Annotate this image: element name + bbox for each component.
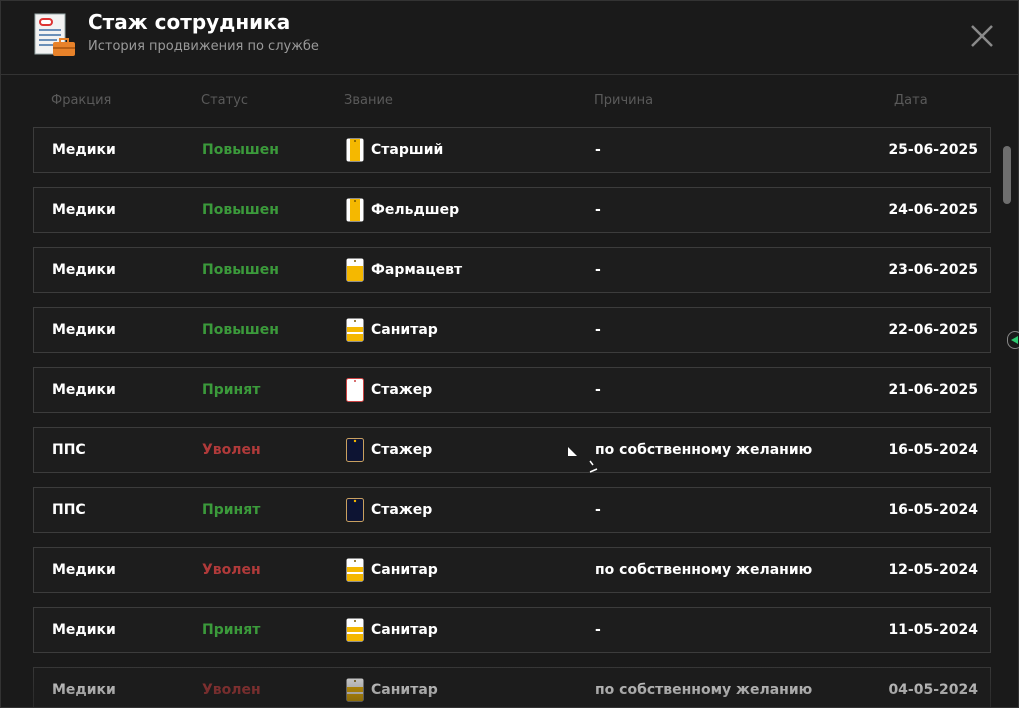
row-rank: Фармацевт (346, 258, 462, 282)
row-status: Повышен (202, 322, 279, 338)
row-date: 16-05-2024 (888, 502, 978, 518)
row-status: Уволен (202, 562, 261, 578)
history-row: ППС Уволен Стажер по собственному желанию 16… (33, 427, 991, 473)
history-row: Медики Повышен Санитар - 22-06-2025 (33, 307, 991, 353)
row-status: Принят (202, 622, 261, 638)
row-status: Уволен (202, 442, 261, 458)
history-row: Медики Повышен Старший - 25-06-2025 (33, 127, 991, 173)
row-date: 21-06-2025 (888, 382, 978, 398)
row-date: 25-06-2025 (888, 142, 978, 158)
arrow-left-icon (1011, 336, 1018, 344)
document-briefcase-icon (34, 13, 75, 56)
rank-badge-icon (346, 318, 364, 342)
rank-badge-icon (346, 498, 364, 522)
row-reason: - (595, 142, 601, 158)
rank-badge-icon (346, 138, 364, 162)
mouse-cursor-icon (568, 447, 577, 456)
row-date: 04-05-2024 (888, 682, 978, 698)
row-rank: Санитар (346, 318, 438, 342)
row-reason: по собственному желанию (595, 562, 813, 578)
row-rank-label: Фельдшер (371, 202, 460, 218)
row-rank: Фельдшер (346, 198, 459, 222)
row-rank: Стажер (346, 438, 432, 462)
history-row: Медики Уволен Санитар по собственному желан… (33, 547, 991, 593)
row-date: 11-05-2024 (888, 622, 978, 638)
row-rank-label: Фармацевт (371, 262, 463, 278)
row-date: 12-05-2024 (888, 562, 978, 578)
row-status: Уволен (202, 682, 261, 698)
row-rank: Старший (346, 138, 443, 162)
row-reason: по собственному желанию (595, 442, 813, 458)
row-reason: - (595, 622, 601, 638)
row-status: Повышен (202, 262, 279, 278)
close-icon[interactable] (967, 21, 997, 51)
column-header-reason: Причина (594, 93, 654, 108)
row-rank: Санитар (346, 618, 438, 642)
row-faction: Медики (52, 262, 116, 278)
row-date: 22-06-2025 (888, 322, 978, 338)
scrollbar-thumb[interactable] (1003, 146, 1011, 204)
row-faction: Медики (52, 142, 116, 158)
scrollbar-track[interactable] (1003, 127, 1011, 707)
row-rank-label: Стажер (371, 442, 433, 458)
column-header-faction: Фракция (51, 93, 112, 108)
row-status: Принят (202, 502, 261, 518)
row-faction: Медики (52, 202, 116, 218)
row-rank-label: Санитар (371, 622, 438, 638)
row-rank-label: Старший (371, 142, 444, 158)
resize-cursor-icon (589, 460, 598, 473)
row-date: 23-06-2025 (888, 262, 978, 278)
row-status: Повышен (202, 142, 279, 158)
row-faction: ППС (52, 502, 86, 518)
window-header: Стаж сотрудника История продвижения по с… (1, 1, 1018, 75)
rank-badge-icon (346, 558, 364, 582)
history-row: Медики Повышен Фармацевт - 23-06-2025 (33, 247, 991, 293)
window-subtitle: История продвижения по службе (88, 39, 319, 54)
row-rank-label: Стажер (371, 382, 433, 398)
row-rank-label: Стажер (371, 502, 433, 518)
rank-badge-icon (346, 258, 364, 282)
rank-badge-icon (346, 438, 364, 462)
row-reason: - (595, 322, 601, 338)
rank-badge-icon (346, 198, 364, 222)
column-header-status: Статус (201, 93, 249, 108)
row-rank-label: Санитар (371, 562, 438, 578)
row-reason: по собственному желанию (595, 682, 813, 698)
row-reason: - (595, 202, 601, 218)
rank-badge-icon (346, 678, 364, 702)
row-status: Повышен (202, 202, 279, 218)
history-list: Медики Повышен Старший - 25-06-2025 Медики Пов… (33, 127, 991, 707)
row-rank: Стажер (346, 378, 432, 402)
row-reason: - (595, 262, 601, 278)
row-rank-label: Санитар (371, 322, 438, 338)
rank-badge-icon (346, 378, 364, 402)
side-panel-toggle[interactable] (1007, 331, 1019, 349)
row-reason: - (595, 502, 601, 518)
row-rank: Стажер (346, 498, 432, 522)
row-reason: - (595, 382, 601, 398)
seniority-window: Стаж сотрудника История продвижения по с… (0, 0, 1019, 708)
row-rank: Санитар (346, 558, 438, 582)
window-title: Стаж сотрудника (88, 10, 291, 34)
row-status: Принят (202, 382, 261, 398)
history-row: Медики Принят Санитар - 11-05-2024 (33, 607, 991, 653)
column-header-date: Дата (894, 93, 928, 108)
history-row: Медики Принят Стажер - 21-06-2025 (33, 367, 991, 413)
rank-badge-icon (346, 618, 364, 642)
row-rank-label: Санитар (371, 682, 438, 698)
column-header-rank: Звание (344, 93, 393, 108)
row-faction: ППС (52, 442, 86, 458)
row-rank: Санитар (346, 678, 438, 702)
history-row: Медики Уволен Санитар по собственному желан… (33, 667, 991, 707)
history-row: ППС Принят Стажер - 16-05-2024 (33, 487, 991, 533)
row-faction: Медики (52, 622, 116, 638)
row-faction: Медики (52, 382, 116, 398)
history-row: Медики Повышен Фельдшер - 24-06-2025 (33, 187, 991, 233)
row-date: 24-06-2025 (888, 202, 978, 218)
row-faction: Медики (52, 322, 116, 338)
row-date: 16-05-2024 (888, 442, 978, 458)
row-faction: Медики (52, 682, 116, 698)
row-faction: Медики (52, 562, 116, 578)
